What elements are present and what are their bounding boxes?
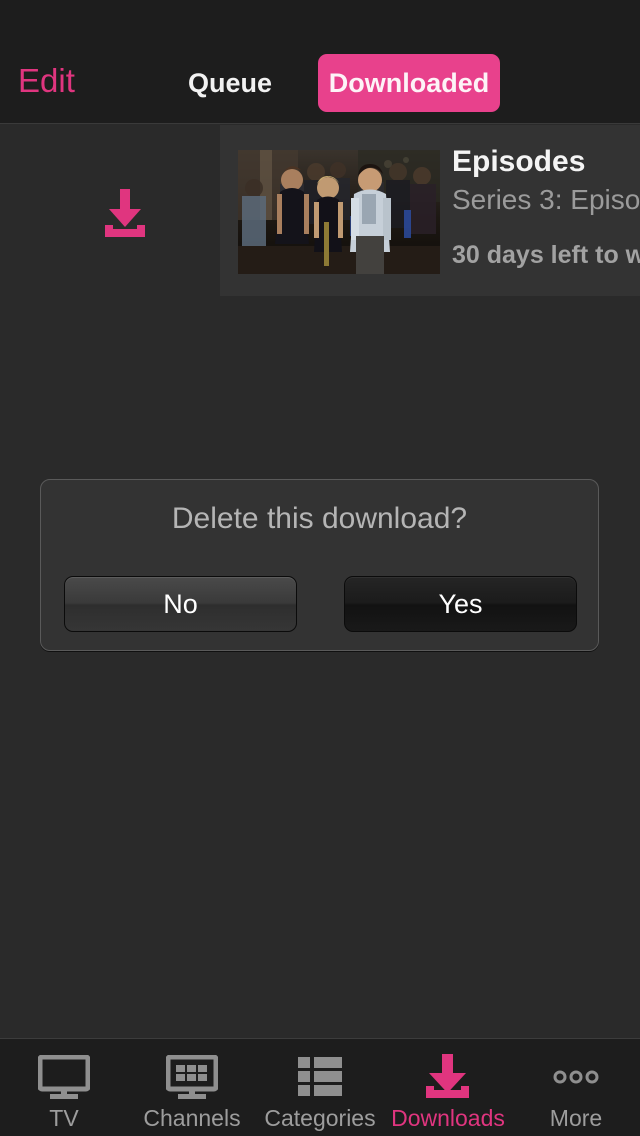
yes-button[interactable]: Yes bbox=[344, 576, 577, 632]
thumbnail-image bbox=[238, 150, 440, 274]
tab-categories[interactable]: Categories bbox=[256, 1039, 384, 1136]
downloads-icon bbox=[420, 1053, 476, 1101]
download-item-card[interactable]: Episodes Series 3: Episod 30 days left t… bbox=[220, 125, 640, 296]
tab-categories-label: Categories bbox=[264, 1105, 376, 1131]
app-screen: Edit Queue Downloaded Episodes Series 3:… bbox=[0, 0, 640, 1136]
tab-bar: TV Channels Categories Downloads More bbox=[0, 1038, 640, 1136]
download-icon bbox=[95, 185, 155, 245]
status-bar bbox=[0, 0, 640, 40]
tab-queue[interactable]: Queue bbox=[160, 54, 300, 112]
delete-confirm-dialog: Delete this download? No Yes bbox=[40, 479, 599, 651]
tab-downloaded[interactable]: Downloaded bbox=[318, 54, 500, 112]
tab-downloads[interactable]: Downloads bbox=[384, 1039, 512, 1136]
tab-tv-label: TV bbox=[49, 1105, 79, 1131]
edit-button[interactable]: Edit bbox=[18, 62, 75, 100]
download-row[interactable]: Episodes Series 3: Episod 30 days left t… bbox=[0, 125, 640, 297]
tab-more-label: More bbox=[549, 1105, 603, 1131]
tab-downloads-label: Downloads bbox=[391, 1105, 505, 1131]
tv-icon bbox=[38, 1053, 90, 1101]
item-title: Episodes bbox=[452, 145, 586, 178]
tab-channels[interactable]: Channels bbox=[128, 1039, 256, 1136]
segmented-control: Queue Downloaded bbox=[160, 54, 520, 112]
download-item-text: Episodes Series 3: Episod 30 days left t… bbox=[452, 143, 640, 270]
channels-icon bbox=[166, 1053, 218, 1101]
dialog-title: Delete this download? bbox=[171, 502, 468, 535]
tab-channels-label: Channels bbox=[143, 1105, 241, 1131]
no-button[interactable]: No bbox=[64, 576, 297, 632]
more-icon bbox=[548, 1053, 604, 1101]
header-bar: Edit Queue Downloaded bbox=[0, 40, 640, 124]
item-subtitle: Series 3: Episod bbox=[452, 184, 640, 215]
tab-more[interactable]: More bbox=[512, 1039, 640, 1136]
categories-icon bbox=[296, 1053, 344, 1101]
item-expiry: 30 days left to wat bbox=[452, 241, 640, 269]
tab-tv[interactable]: TV bbox=[0, 1039, 128, 1136]
